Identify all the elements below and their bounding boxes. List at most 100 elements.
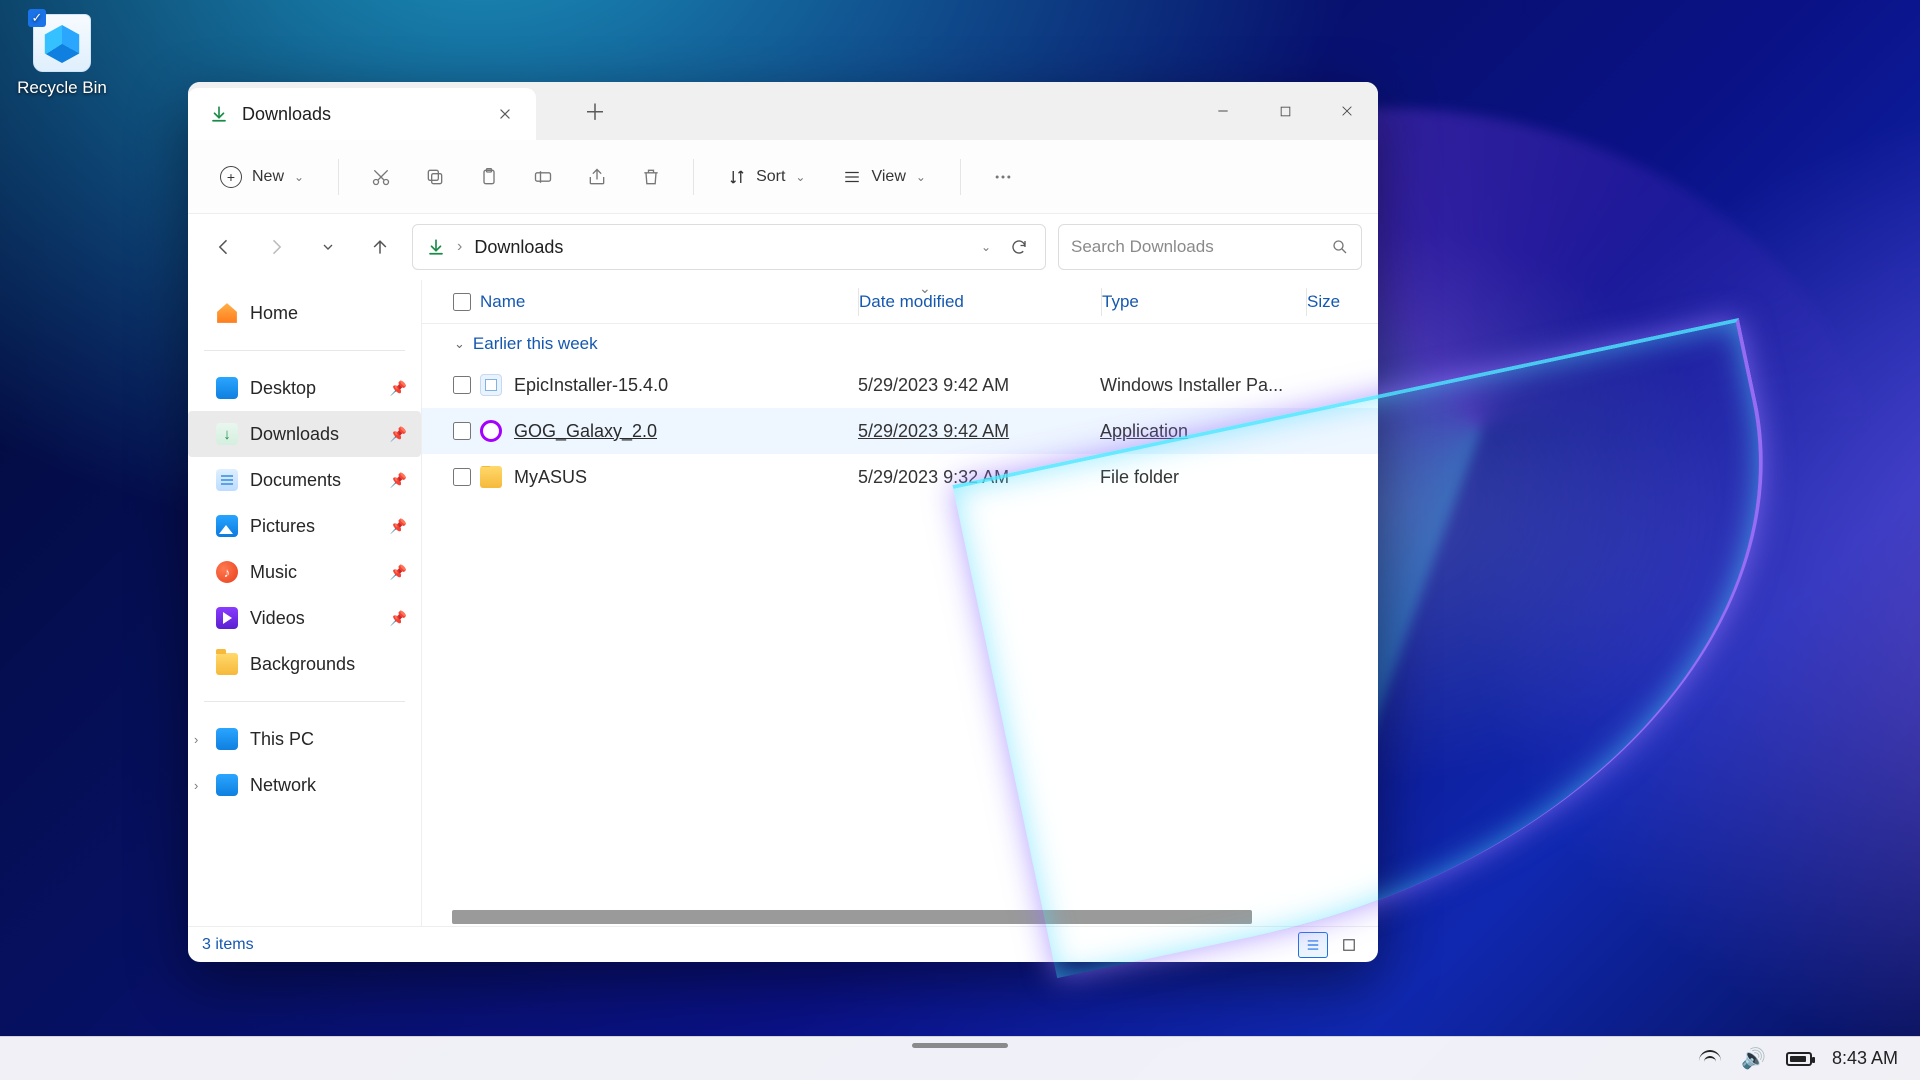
videos-icon (216, 607, 238, 629)
toolbar-separator (960, 159, 961, 195)
scrollbar-thumb[interactable] (452, 910, 1252, 924)
refresh-button[interactable] (1003, 231, 1035, 263)
system-tray: 🔊 8:43 AM (1699, 1046, 1920, 1071)
up-button[interactable] (360, 227, 400, 267)
close-window-button[interactable] (1316, 82, 1378, 140)
more-button[interactable] (981, 155, 1025, 199)
sidebar-item-pictures[interactable]: Pictures 📌 (188, 503, 421, 549)
installer-icon (480, 374, 502, 396)
wifi-icon[interactable] (1699, 1050, 1721, 1068)
documents-icon (216, 469, 238, 491)
column-header-size[interactable]: Size (1307, 292, 1367, 312)
cut-button[interactable] (359, 155, 403, 199)
desktop-icon-recycle-bin[interactable]: ✓ Recycle Bin (14, 14, 110, 98)
thumbnails-view-button[interactable] (1334, 932, 1364, 958)
details-view-button[interactable] (1298, 932, 1328, 958)
sidebar-item-label: Pictures (250, 516, 315, 537)
column-header-name[interactable]: Name (480, 292, 858, 312)
sidebar-item-videos[interactable]: Videos 📌 (188, 595, 421, 641)
taskbar[interactable]: 🔊 8:43 AM (0, 1036, 1920, 1080)
minimize-button[interactable] (1192, 82, 1254, 140)
chevron-right-icon[interactable]: › (194, 778, 198, 793)
sidebar-item-network[interactable]: › Network (188, 762, 421, 808)
breadcrumb-location[interactable]: Downloads (474, 237, 563, 258)
desktop-icon (216, 377, 238, 399)
network-icon (216, 774, 238, 796)
tab-downloads[interactable]: Downloads (188, 88, 536, 140)
volume-icon[interactable]: 🔊 (1741, 1046, 1766, 1071)
chevron-down-icon: ⌄ (916, 170, 926, 184)
chevron-right-icon[interactable]: › (194, 732, 198, 747)
sidebar-item-downloads[interactable]: Downloads 📌 (188, 411, 421, 457)
titlebar: Downloads ＋ (188, 82, 1378, 140)
downloads-icon (210, 105, 228, 123)
sort-icon (728, 168, 746, 186)
new-tab-button[interactable]: ＋ (578, 94, 612, 128)
sidebar-item-label: Home (250, 303, 298, 324)
sidebar-item-home[interactable]: Home (188, 290, 421, 336)
file-list-pane: Name Date modified Type Size ⌄ Earlier t… (422, 280, 1378, 926)
column-header-type[interactable]: Type (1102, 292, 1306, 312)
pin-icon: 📌 (390, 564, 407, 581)
share-button[interactable] (575, 155, 619, 199)
toolbar: + New ⌄ Sort ⌄ View ⌄ (188, 140, 1378, 214)
file-row[interactable]: GOG_Galaxy_2.0 5/29/2023 9:42 AM Applica… (422, 408, 1378, 454)
recent-locations-button[interactable] (308, 227, 348, 267)
file-row[interactable]: EpicInstaller-15.4.0 5/29/2023 9:42 AM W… (422, 362, 1378, 408)
file-date: 5/29/2023 9:32 AM (858, 467, 1100, 488)
battery-icon[interactable] (1786, 1052, 1812, 1066)
select-all-checkbox[interactable] (453, 293, 471, 311)
file-name: MyASUS (514, 467, 587, 488)
copy-button[interactable] (413, 155, 457, 199)
back-button[interactable] (204, 227, 244, 267)
sidebar-item-label: Music (250, 562, 297, 583)
sidebar-item-desktop[interactable]: Desktop 📌 (188, 365, 421, 411)
tab-close-button[interactable] (488, 97, 522, 131)
downloads-icon (216, 423, 238, 445)
chevron-down-icon: ⌄ (795, 170, 805, 184)
tab-title: Downloads (242, 104, 474, 125)
column-header-date[interactable]: Date modified (859, 292, 1101, 312)
row-checkbox[interactable] (453, 422, 471, 440)
home-icon (216, 302, 238, 324)
sidebar-item-documents[interactable]: Documents 📌 (188, 457, 421, 503)
sidebar-item-music[interactable]: Music 📌 (188, 549, 421, 595)
address-bar[interactable]: › Downloads ⌄ (412, 224, 1046, 270)
rename-button[interactable] (521, 155, 565, 199)
row-checkbox[interactable] (453, 468, 471, 486)
sidebar-item-label: Videos (250, 608, 305, 629)
this-pc-icon (216, 728, 238, 750)
pin-icon: 📌 (390, 426, 407, 443)
maximize-button[interactable] (1254, 82, 1316, 140)
sidebar-item-label: Network (250, 775, 316, 796)
explorer-body: Home Desktop 📌 Downloads 📌 Documents 📌 P… (188, 280, 1378, 926)
row-checkbox[interactable] (453, 376, 471, 394)
view-button[interactable]: View ⌄ (829, 155, 939, 199)
search-box[interactable] (1058, 224, 1362, 270)
view-icon (843, 168, 861, 186)
sidebar-separator (204, 701, 405, 702)
navrow: › Downloads ⌄ (188, 214, 1378, 280)
horizontal-scrollbar[interactable] (422, 908, 1378, 926)
pictures-icon (216, 515, 238, 537)
checkmark-badge-icon: ✓ (28, 9, 46, 27)
clock[interactable]: 8:43 AM (1832, 1048, 1898, 1069)
file-type: Application (1100, 421, 1304, 442)
paste-button[interactable] (467, 155, 511, 199)
group-header[interactable]: ⌄ Earlier this week (422, 324, 1378, 362)
recycle-bin-icon: ✓ (33, 14, 91, 72)
sidebar-item-backgrounds[interactable]: Backgrounds (188, 641, 421, 687)
sort-button[interactable]: Sort ⌄ (714, 155, 819, 199)
search-input[interactable] (1071, 237, 1331, 257)
group-header-label: Earlier this week (473, 334, 598, 354)
view-label: View (871, 168, 905, 186)
new-button[interactable]: + New ⌄ (206, 155, 318, 199)
sidebar-item-this-pc[interactable]: › This PC (188, 716, 421, 762)
gog-icon (480, 420, 502, 442)
toolbar-separator (693, 159, 694, 195)
forward-button[interactable] (256, 227, 296, 267)
file-row[interactable]: MyASUS 5/29/2023 9:32 AM File folder (422, 454, 1378, 500)
delete-button[interactable] (629, 155, 673, 199)
pin-icon: 📌 (390, 518, 407, 535)
address-history-button[interactable]: ⌄ (981, 240, 991, 254)
